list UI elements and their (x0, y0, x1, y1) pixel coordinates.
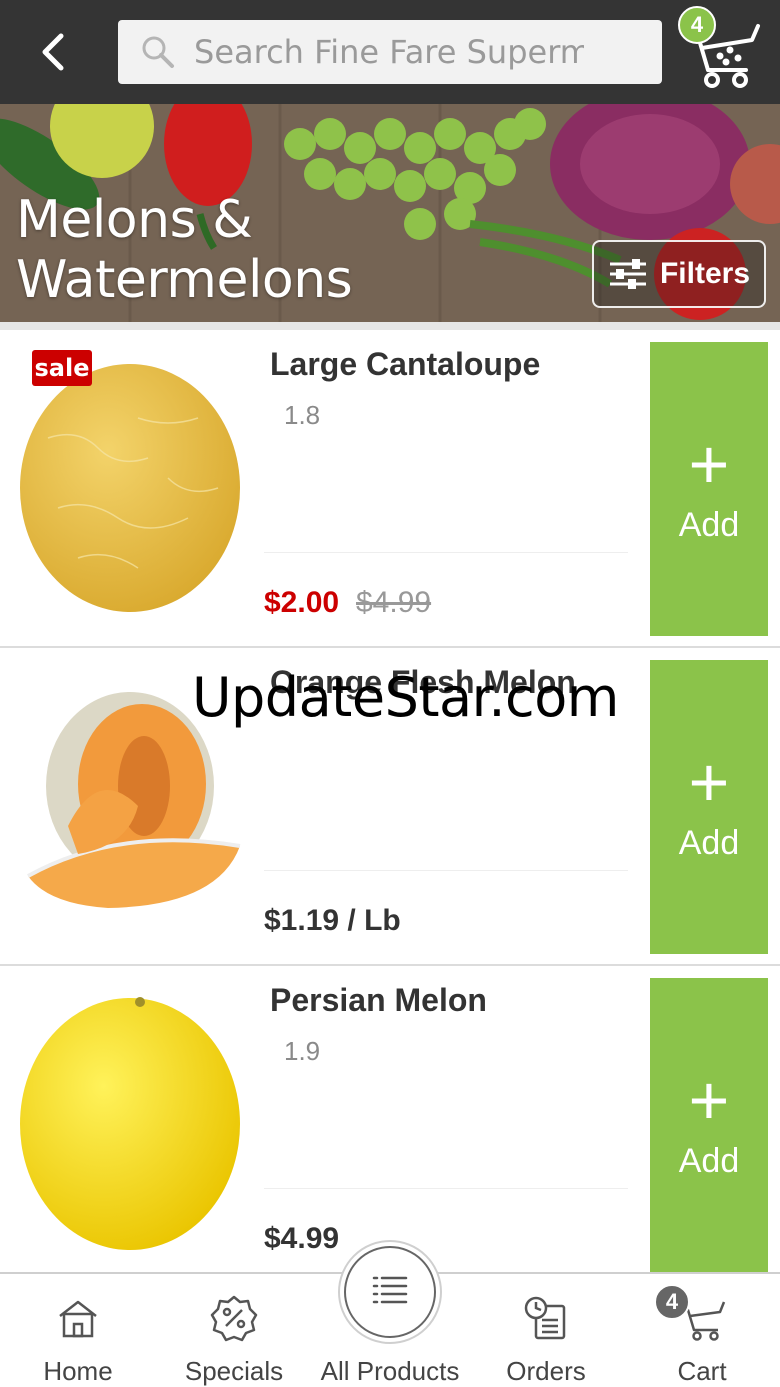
cantaloupe-image (20, 364, 240, 612)
nav-specials-label: Specials (184, 1356, 284, 1386)
nav-all-products-label: All Products (320, 1356, 460, 1386)
add-label: Add (678, 505, 740, 544)
search-input[interactable] (194, 33, 584, 71)
nav-orders-label: Orders (506, 1356, 586, 1386)
nav-cart-label: Cart (677, 1356, 727, 1386)
nav-cart[interactable]: Cart (624, 1274, 780, 1387)
nav-orders[interactable]: Orders (468, 1274, 624, 1387)
nav-home-label: Home (43, 1356, 113, 1386)
add-label: Add (678, 1141, 740, 1180)
top-bar: 4 (0, 0, 780, 104)
category-banner: Melons & Watermelons Filters (0, 104, 780, 322)
home-icon (59, 1300, 97, 1338)
search-bar[interactable] (118, 20, 662, 84)
add-to-cart-button[interactable]: + Add (650, 342, 768, 636)
filters-label: Filters (659, 257, 751, 290)
back-button[interactable] (22, 20, 82, 84)
header-cart-button[interactable]: 4 (676, 4, 766, 94)
orders-clock-icon (524, 1296, 566, 1340)
nav-specials[interactable]: Specials (156, 1274, 312, 1387)
product-rating: 1.8 (284, 400, 321, 430)
persian-melon-image (20, 997, 240, 1250)
sliders-icon (609, 259, 646, 289)
product-row[interactable]: Persian Melon 1.9 $4.99 + Add (0, 966, 780, 1284)
separator (264, 1188, 628, 1189)
nav-home[interactable]: Home (0, 1274, 156, 1387)
product-price: $1.19 / Lb (264, 904, 401, 937)
plus-icon: + (688, 424, 730, 503)
product-sale-price: $2.00 (264, 586, 340, 619)
product-name[interactable]: Large Cantaloupe (270, 346, 540, 383)
sale-badge: sale (32, 350, 92, 386)
percent-badge-icon (210, 1295, 258, 1342)
product-name[interactable]: Persian Melon (270, 982, 487, 1019)
divider (0, 322, 780, 330)
separator (264, 870, 628, 871)
chevron-left-icon (42, 33, 64, 71)
product-row[interactable]: sale Large Cantaloupe 1.8 $2.00 $4.99 + … (0, 330, 780, 648)
add-to-cart-button[interactable]: + Add (650, 660, 768, 954)
watermark-text: UpdateStar.com (192, 666, 619, 729)
filters-button[interactable]: Filters (592, 240, 766, 308)
all-products-fab[interactable] (344, 1246, 436, 1338)
search-icon (142, 36, 174, 68)
category-title-line2: Watermelons (16, 250, 353, 310)
category-title-line1: Melons & (16, 190, 253, 250)
cart-count-badge: 4 (678, 6, 716, 44)
product-original-price: $4.99 (356, 586, 432, 619)
plus-icon: + (688, 742, 730, 821)
category-title: Melons & Watermelons (16, 190, 353, 310)
plus-icon: + (688, 1060, 730, 1139)
product-rating: 1.9 (284, 1036, 321, 1066)
separator (264, 552, 628, 553)
list-icon (372, 1276, 408, 1304)
nav-cart-count-badge: 4 (654, 1284, 690, 1320)
product-price: $4.99 (264, 1222, 340, 1255)
add-to-cart-button[interactable]: + Add (650, 978, 768, 1272)
add-label: Add (678, 823, 740, 862)
